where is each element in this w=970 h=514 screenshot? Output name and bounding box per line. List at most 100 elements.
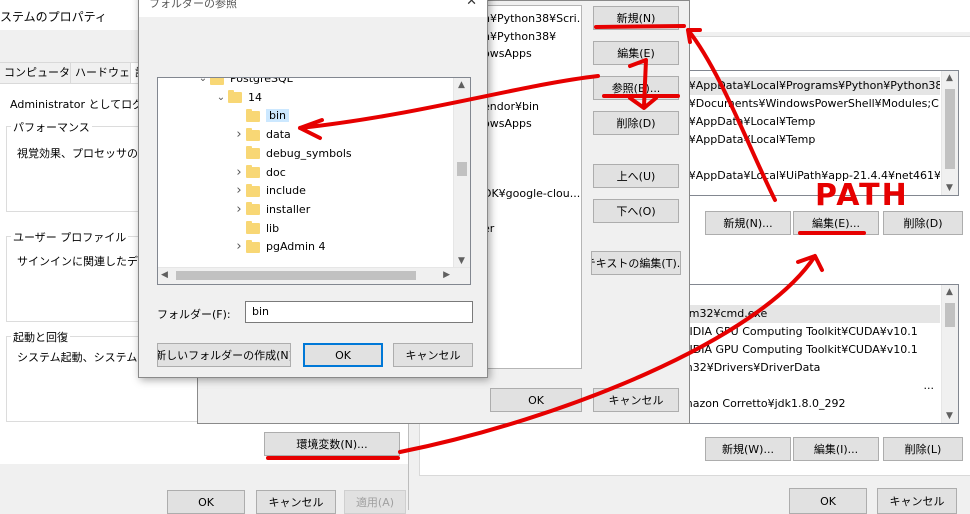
folder-icon [246,221,260,235]
path-entry-row[interactable] [479,63,581,81]
path-entry-row[interactable]: n¥Python38¥ [479,28,581,46]
chevron-right-icon[interactable]: › [232,164,246,182]
user-variable-row[interactable]: e¥AppData¥Local¥Temp [680,131,940,149]
folder-name: data [266,128,291,142]
browse-path-button[interactable]: 参照(B)... [593,76,679,100]
folder-tree-item[interactable]: › data [232,126,291,144]
user-variable-row[interactable]: e¥AppData¥Local¥Temp [680,113,940,131]
system-variable-row[interactable]: em32¥cmd.exe [680,305,940,323]
folder-tree-item[interactable]: bin [232,107,290,125]
folder-tree-item[interactable]: › pgAdmin 4 [232,238,326,256]
path-entry-row[interactable] [479,150,581,168]
edit-path-button[interactable]: 編集(E) [593,41,679,65]
user-variable-row[interactable]: e¥Documents¥WindowsPowerShell¥Modules;C:… [680,95,940,113]
folder-tree-item[interactable]: ⌄ PostgreSQL [196,77,293,88]
scroll-up-icon[interactable]: ▲ [458,80,465,90]
browse-cancel-button[interactable]: キャンセル [393,343,473,367]
scroll-left-icon[interactable]: ◀ [161,270,168,280]
browse-folder-window: フォルダーの参照 ✕ ⌄ PostgreSQL ⌄ 14 bin › data debug_s… [138,0,488,378]
folder-tree[interactable]: ⌄ PostgreSQL ⌄ 14 bin › data debug_symbols › doc ›… [157,77,471,285]
system-variable-row[interactable]: VIDIA GPU Computing Toolkit¥CUDA¥v10.1 [680,323,940,341]
system-properties-apply-button[interactable]: 適用(A) [344,490,406,514]
path-entry-row[interactable]: endor¥bin [479,98,581,116]
chevron-right-icon[interactable]: › [232,201,246,219]
scroll-down-icon[interactable]: ▼ [458,256,465,266]
system-variable-row[interactable]: m32¥Drivers¥DriverData [680,359,940,377]
path-entry-row[interactable] [479,203,581,221]
user-variable-row[interactable] [680,149,940,167]
folder-tree-item[interactable]: lib [232,220,279,238]
scroll-right-icon[interactable]: ▶ [443,270,450,280]
delete-path-button[interactable]: 削除(D) [593,111,679,135]
system-variables-list[interactable]: em32¥cmd.exe VIDIA GPU Computing Toolkit¥… [679,284,959,424]
system-delete-button[interactable]: 削除(L) [883,437,963,461]
chevron-right-icon[interactable]: › [232,126,246,144]
user-variable-row[interactable]: e¥AppData¥Local¥Programs¥Python¥Python38… [680,77,940,95]
user-edit-button[interactable]: 編集(E)... [793,211,879,235]
folder-tree-item[interactable]: › installer [232,201,310,219]
user-variables-list[interactable]: e¥AppData¥Local¥Programs¥Python¥Python38… [679,70,959,196]
folder-name: include [266,184,306,198]
user-new-button[interactable]: 新規(N)... [705,211,791,235]
path-entries-list[interactable]: n¥Python38¥Scri... n¥Python38¥ owsApps endo… [478,5,582,369]
folder-name: PostgreSQL [230,77,293,85]
chevron-down-icon[interactable]: ⌄ [214,89,228,107]
chevron-right-icon[interactable]: › [232,182,246,200]
user-variable-row[interactable]: e¥AppData¥Local¥UiPath¥app-21.4.4¥net461… [680,167,940,185]
performance-label: パフォーマンス [11,119,92,135]
path-entry-row[interactable]: n¥Python38¥Scri... [479,10,581,28]
folder-tree-hscrollbar[interactable]: ◀ ▶ [158,267,470,284]
chevron-down-icon[interactable]: ⌄ [196,78,210,88]
path-entry-row[interactable] [479,133,581,151]
system-properties-cancel-button[interactable]: キャンセル [256,490,336,514]
edit-text-button[interactable]: テキストの編集(T)... [591,251,681,275]
folder-tree-vscroll-thumb[interactable] [457,162,467,176]
new-path-button[interactable]: 新規(N) [593,6,679,30]
folder-name: 14 [248,90,262,104]
user-vars-scrollbar[interactable]: ▲ ▼ [941,71,958,195]
close-icon[interactable]: ✕ [466,0,477,9]
env-vars-cancel-button[interactable]: キャンセル [877,488,957,514]
path-entry-row[interactable] [479,168,581,186]
folder-icon [246,127,260,141]
path-entry-row[interactable]: er [479,220,581,238]
path-entry-row[interactable]: owsApps [479,115,581,133]
system-properties-ok-button[interactable]: OK [167,490,245,514]
move-up-button[interactable]: 上へ(U) [593,164,679,188]
path-entry-row[interactable] [479,80,581,98]
system-variable-row[interactable]: mazon Corretto¥jdk1.8.0_292 [680,395,940,413]
edit-env-ok-button[interactable]: OK [490,388,582,412]
system-vars-scrollbar[interactable]: ▲ ▼ [941,285,958,423]
folder-tree-hscroll-thumb[interactable] [176,271,416,280]
scroll-down-icon[interactable]: ▼ [946,411,953,421]
folder-name: pgAdmin 4 [266,240,326,254]
move-down-button[interactable]: 下へ(O) [593,199,679,223]
chevron-right-icon[interactable]: › [232,238,246,256]
browse-ok-button[interactable]: OK [303,343,383,367]
environment-variables-button[interactable]: 環境変数(N)... [264,432,400,456]
path-entry-row[interactable]: owsApps [479,45,581,63]
folder-tree-vscrollbar[interactable]: ▲ ▼ [453,78,470,268]
system-variable-row[interactable] [680,287,940,305]
system-vars-scroll-thumb[interactable] [945,303,955,327]
edit-env-cancel-button[interactable]: キャンセル [593,388,679,412]
system-edit-button[interactable]: 編集(I)... [793,437,879,461]
path-entry-row[interactable]: DK¥google-clou... [479,185,581,203]
folder-icon [210,78,224,85]
new-folder-button[interactable]: 新しいフォルダーの作成(N) [157,343,291,367]
user-delete-button[interactable]: 削除(D) [883,211,963,235]
system-variable-row[interactable]: VIDIA GPU Computing Toolkit¥CUDA¥v10.1 [680,341,940,359]
system-new-button[interactable]: 新規(W)... [705,437,791,461]
folder-tree-item[interactable]: ⌄ 14 [214,89,262,107]
folder-path-input[interactable]: bin [245,301,473,323]
scroll-down-icon[interactable]: ▼ [946,183,953,193]
user-vars-scroll-thumb[interactable] [945,89,955,169]
folder-tree-item[interactable]: › doc [232,164,285,182]
folder-tree-item[interactable]: debug_symbols [232,145,352,163]
system-variable-row[interactable]: ... [680,377,940,395]
scroll-up-icon[interactable]: ▲ [946,287,953,297]
scroll-up-icon[interactable]: ▲ [946,73,953,83]
env-vars-ok-button[interactable]: OK [789,488,867,514]
folder-icon [246,202,260,216]
folder-tree-item[interactable]: › include [232,182,306,200]
